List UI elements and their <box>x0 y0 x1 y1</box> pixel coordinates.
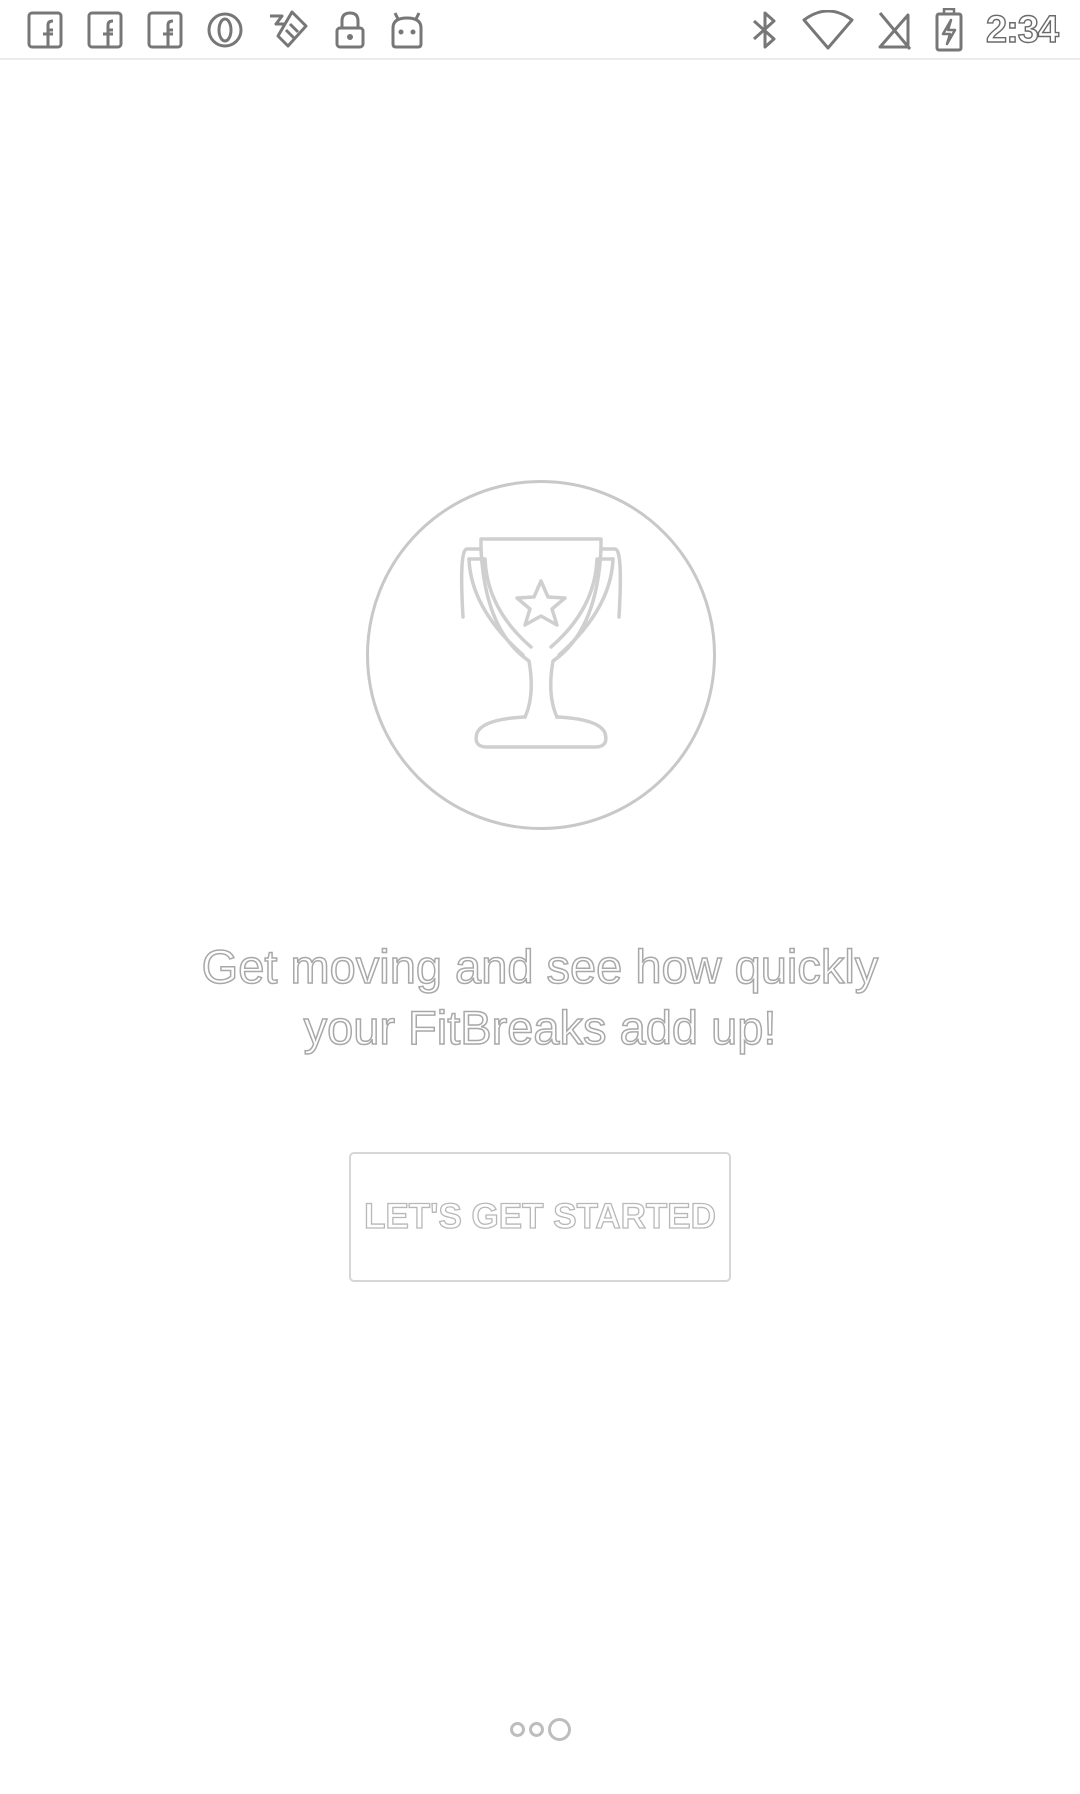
health-app-icon <box>266 8 312 52</box>
facebook-icon <box>26 10 64 50</box>
notification-icons <box>26 6 426 54</box>
page-dot-2[interactable] <box>528 1722 544 1737</box>
android-icon <box>388 10 426 50</box>
page-dot-3-active[interactable] <box>547 1718 571 1741</box>
no-sim-icon <box>876 9 912 51</box>
status-bar: 2:34 <box>0 0 1080 60</box>
bluetooth-icon <box>750 9 780 51</box>
message-line-2: your FitBreaks add up! <box>303 1000 777 1055</box>
onboarding-screen: 2:34 Get moving and see how quickly your… <box>0 0 1080 1794</box>
battery-charging-icon <box>934 8 964 52</box>
system-icons: 2:34 <box>750 6 1060 54</box>
onboarding-message: Get moving and see how quickly your FitB… <box>100 936 980 1058</box>
status-clock: 2:34 <box>985 8 1059 51</box>
get-started-label: LET'S GET STARTED <box>363 1196 716 1236</box>
get-started-button[interactable]: LET'S GET STARTED <box>349 1152 731 1282</box>
wifi-icon <box>802 10 854 50</box>
facebook-icon <box>146 10 184 50</box>
trophy-icon <box>459 537 623 749</box>
lock-icon <box>334 10 366 50</box>
page-dot-1[interactable] <box>509 1722 525 1737</box>
page-indicator <box>0 1718 1080 1741</box>
trophy-badge <box>366 480 716 830</box>
opera-icon <box>206 10 244 50</box>
facebook-icon <box>86 10 124 50</box>
message-line-1: Get moving and see how quickly <box>201 939 879 994</box>
